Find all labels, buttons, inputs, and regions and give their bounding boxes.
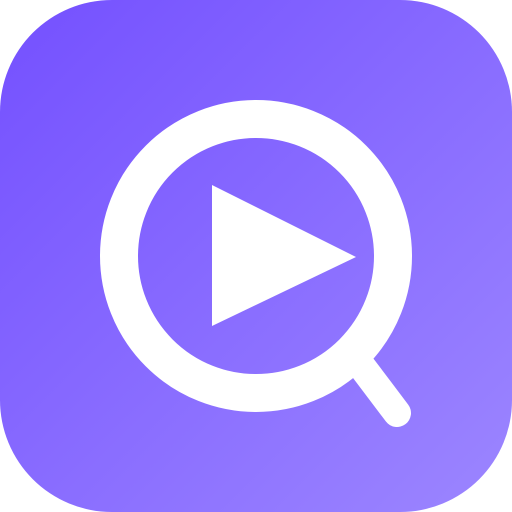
app-icon-graphic bbox=[0, 0, 512, 512]
app-icon bbox=[0, 0, 512, 512]
